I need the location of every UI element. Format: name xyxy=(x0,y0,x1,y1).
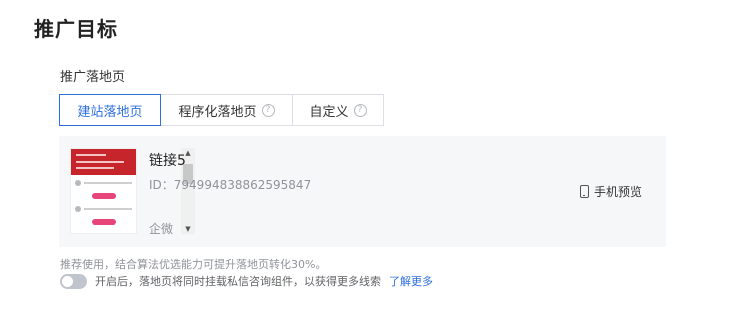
phone-icon xyxy=(580,185,589,198)
tab-custom[interactable]: 自定义 ? xyxy=(292,94,384,126)
toggle-description: 开启后，落地页将同时挂载私信咨询组件，以获得更多线索 xyxy=(95,275,381,288)
landing-page-type: 企微 xyxy=(149,222,174,236)
toggle-knob xyxy=(62,275,73,287)
private-message-toggle[interactable] xyxy=(60,273,87,289)
tab-site-landing-page[interactable]: 建站落地页 xyxy=(59,94,161,126)
recommendation-hint: 推荐使用，结合算法优选能力可提升落地页转化30%。 xyxy=(60,258,327,271)
private-message-toggle-row: 开启后，落地页将同时挂载私信咨询组件，以获得更多线索 了解更多 xyxy=(60,273,433,289)
landing-page-tabs: 建站落地页 程序化落地页 ? 自定义 ? xyxy=(59,94,384,126)
learn-more-link[interactable]: 了解更多 xyxy=(389,273,433,289)
tab-programmatic-landing-page[interactable]: 程序化落地页 ? xyxy=(160,94,293,126)
mobile-preview-button[interactable]: 手机预览 xyxy=(580,183,642,200)
tab-label: 建站落地页 xyxy=(77,104,143,120)
thumbnail-banner xyxy=(71,149,136,175)
landing-page-name: 链接5 xyxy=(149,153,186,169)
landing-page-label: 推广落地页 xyxy=(60,70,126,85)
tab-label: 程序化落地页 xyxy=(178,104,257,120)
tab-label: 自定义 xyxy=(309,104,349,120)
question-circle-icon[interactable]: ? xyxy=(261,103,275,117)
question-circle-icon[interactable]: ? xyxy=(353,103,367,117)
landing-page-thumbnail xyxy=(70,148,137,234)
section-title: 推广目标 xyxy=(34,17,118,41)
landing-page-card[interactable]: ▲ ▼ 链接5 ID：794994838862595847 企微 手机预览 xyxy=(59,136,666,247)
caret-down-icon[interactable]: ▼ xyxy=(181,224,195,234)
mobile-preview-label: 手机预览 xyxy=(594,185,643,199)
landing-page-id: ID：794994838862595847 xyxy=(149,178,312,192)
